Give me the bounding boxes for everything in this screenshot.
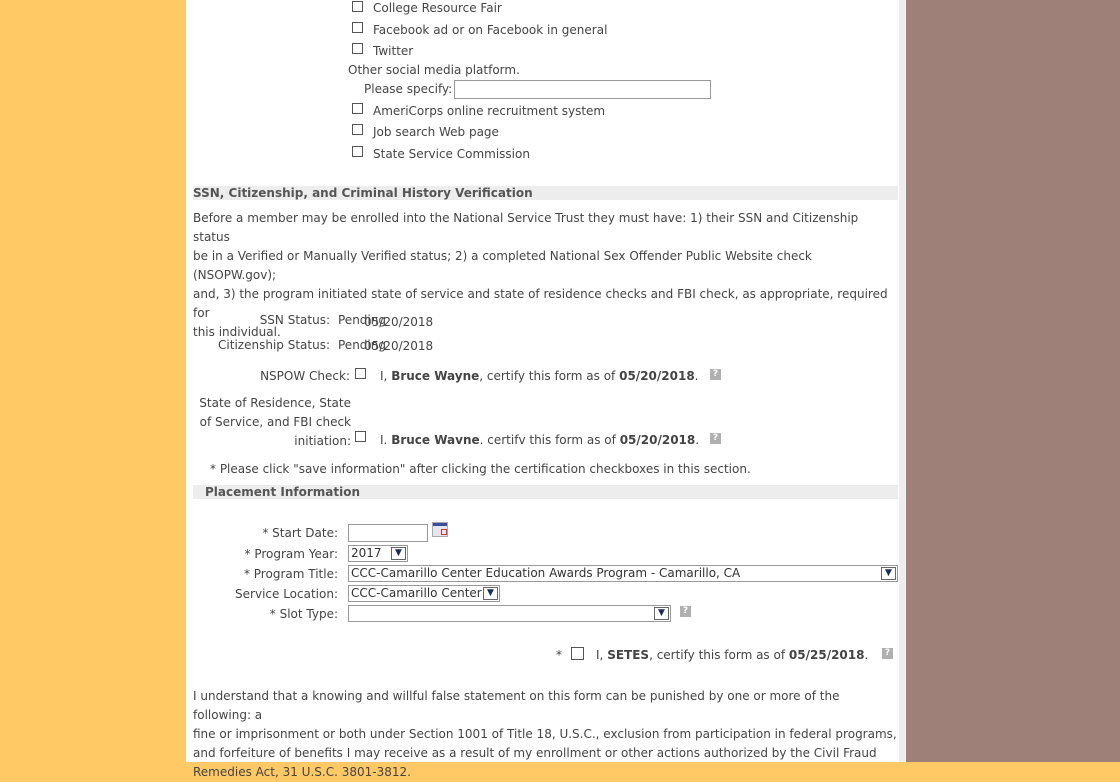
checkbox-state-service-commission[interactable] bbox=[352, 146, 363, 157]
help-icon[interactable]: ? bbox=[680, 606, 691, 617]
option-label: Twitter bbox=[373, 44, 414, 58]
citizenship-status-label: Citizenship Status: bbox=[218, 338, 330, 352]
intro-line: Before a member may be enrolled into the… bbox=[193, 211, 859, 244]
chevron-down-icon[interactable]: ▼ bbox=[881, 567, 896, 580]
program-year-value: 2017 bbox=[351, 546, 382, 560]
save-note: * Please click "save information" after … bbox=[210, 462, 751, 476]
service-location-select[interactable]: CCC-Camarillo Center ▼ bbox=[348, 585, 500, 602]
cert-name: Bruce Wavne bbox=[391, 433, 480, 447]
program-year-label: * Program Year: bbox=[244, 547, 339, 561]
checkbox-twitter[interactable] bbox=[352, 43, 363, 54]
cert-prefix: I, bbox=[596, 648, 604, 662]
label-line: initiation: bbox=[294, 434, 351, 448]
help-icon[interactable]: ? bbox=[882, 648, 893, 659]
program-title-select[interactable]: CCC-Camarillo Center Education Awards Pr… bbox=[348, 565, 898, 582]
start-date-label: * Start Date: bbox=[262, 526, 338, 540]
section-header-verification: SSN, Citizenship, and Criminal History V… bbox=[193, 186, 898, 200]
help-icon[interactable]: ? bbox=[710, 369, 721, 380]
cert-name: SETES bbox=[607, 648, 650, 662]
cert-end: . bbox=[694, 369, 699, 383]
please-specify-label: Please specify: bbox=[364, 82, 453, 96]
intro-line: be in a Verified or Manually Verified st… bbox=[193, 249, 812, 282]
checkbox-college-resource-fair[interactable] bbox=[352, 1, 363, 12]
option-label: Facebook ad or on Facebook in general bbox=[373, 23, 608, 37]
residence-certification-text: I. Bruce Wavne. certifv this form as of … bbox=[380, 433, 699, 447]
option-label: Job search Web page bbox=[373, 125, 499, 139]
cert-date: 05/20/2018 bbox=[619, 433, 696, 447]
nspow-certification-text: I, Bruce Wayne, certify this form as of … bbox=[380, 369, 699, 383]
disclaimer-line: and forfeiture of benefits I may receive… bbox=[193, 746, 877, 760]
option-label: State Service Commission bbox=[373, 147, 530, 161]
other-social-label: Other social media platform. bbox=[348, 63, 520, 77]
final-certification-text: I, SETES, certify this form as of 05/25/… bbox=[596, 648, 868, 662]
chevron-down-icon[interactable]: ▼ bbox=[391, 547, 406, 560]
residence-check-label: State of Residence, State of Service, an… bbox=[199, 394, 351, 451]
cert-middle: . certifv this form as of bbox=[479, 433, 616, 447]
slot-type-label: * Slot Type: bbox=[269, 607, 338, 621]
nspow-check-label: NSPOW Check: bbox=[260, 369, 350, 383]
start-date-input[interactable] bbox=[348, 524, 428, 542]
checkbox-americorps-online[interactable] bbox=[352, 103, 363, 114]
disclaimer-line: fine or imprisonment or both under Secti… bbox=[193, 727, 897, 741]
disclaimer: I understand that a knowing and willful … bbox=[193, 687, 898, 782]
label-line: of Service, and FBI check bbox=[199, 415, 351, 429]
section-header-placement: Placement Information bbox=[193, 485, 898, 499]
slot-type-select[interactable]: ▼ bbox=[348, 605, 671, 622]
cert-end: . bbox=[864, 648, 869, 662]
cert-name: Bruce Wayne bbox=[391, 369, 480, 383]
cert-end: . bbox=[695, 433, 700, 447]
disclaimer-line: I understand that a knowing and willful … bbox=[193, 689, 840, 722]
label-line: State of Residence, State bbox=[199, 396, 351, 410]
checkbox-facebook[interactable] bbox=[352, 22, 363, 33]
calendar-icon[interactable] bbox=[432, 522, 448, 537]
program-title-value: CCC-Camarillo Center Education Awards Pr… bbox=[351, 566, 741, 580]
cert-date: 05/25/2018 bbox=[788, 648, 865, 662]
chevron-down-icon[interactable]: ▼ bbox=[654, 607, 669, 620]
help-icon[interactable]: ? bbox=[710, 433, 721, 444]
cert-middle: , certify this form as of bbox=[649, 648, 786, 662]
service-location-label: Service Location: bbox=[235, 587, 338, 601]
cert-middle: , certify this form as of bbox=[479, 369, 616, 383]
option-label: AmeriCorps online recruitment system bbox=[373, 104, 606, 118]
cert-prefix: I. bbox=[380, 433, 388, 447]
cert-prefix: I, bbox=[380, 369, 388, 383]
nspow-certify-checkbox[interactable] bbox=[355, 368, 366, 379]
checkbox-job-search[interactable] bbox=[352, 124, 363, 135]
cert-date: 05/20/2018 bbox=[619, 369, 695, 383]
service-location-value: CCC-Camarillo Center bbox=[351, 586, 482, 600]
required-asterisk: * bbox=[556, 648, 562, 662]
chevron-down-icon[interactable]: ▼ bbox=[483, 587, 498, 600]
ssn-status-date: 05/20/2018 bbox=[364, 315, 434, 329]
program-title-label: * Program Title: bbox=[243, 567, 338, 581]
ssn-status-label: SSN Status: bbox=[259, 313, 330, 327]
scrollbar-track[interactable] bbox=[899, 0, 906, 762]
right-background bbox=[906, 0, 1120, 762]
residence-certify-checkbox[interactable] bbox=[355, 431, 366, 442]
disclaimer-line: Remedies Act, 31 U.S.C. 3801-3812. bbox=[193, 765, 411, 779]
program-year-select[interactable]: 2017 ▼ bbox=[348, 545, 408, 562]
final-certify-checkbox[interactable] bbox=[571, 647, 584, 660]
option-label: College Resource Fair bbox=[373, 1, 502, 15]
please-specify-input[interactable] bbox=[454, 80, 711, 99]
citizenship-status-date: 05/20/2018 bbox=[364, 339, 434, 353]
